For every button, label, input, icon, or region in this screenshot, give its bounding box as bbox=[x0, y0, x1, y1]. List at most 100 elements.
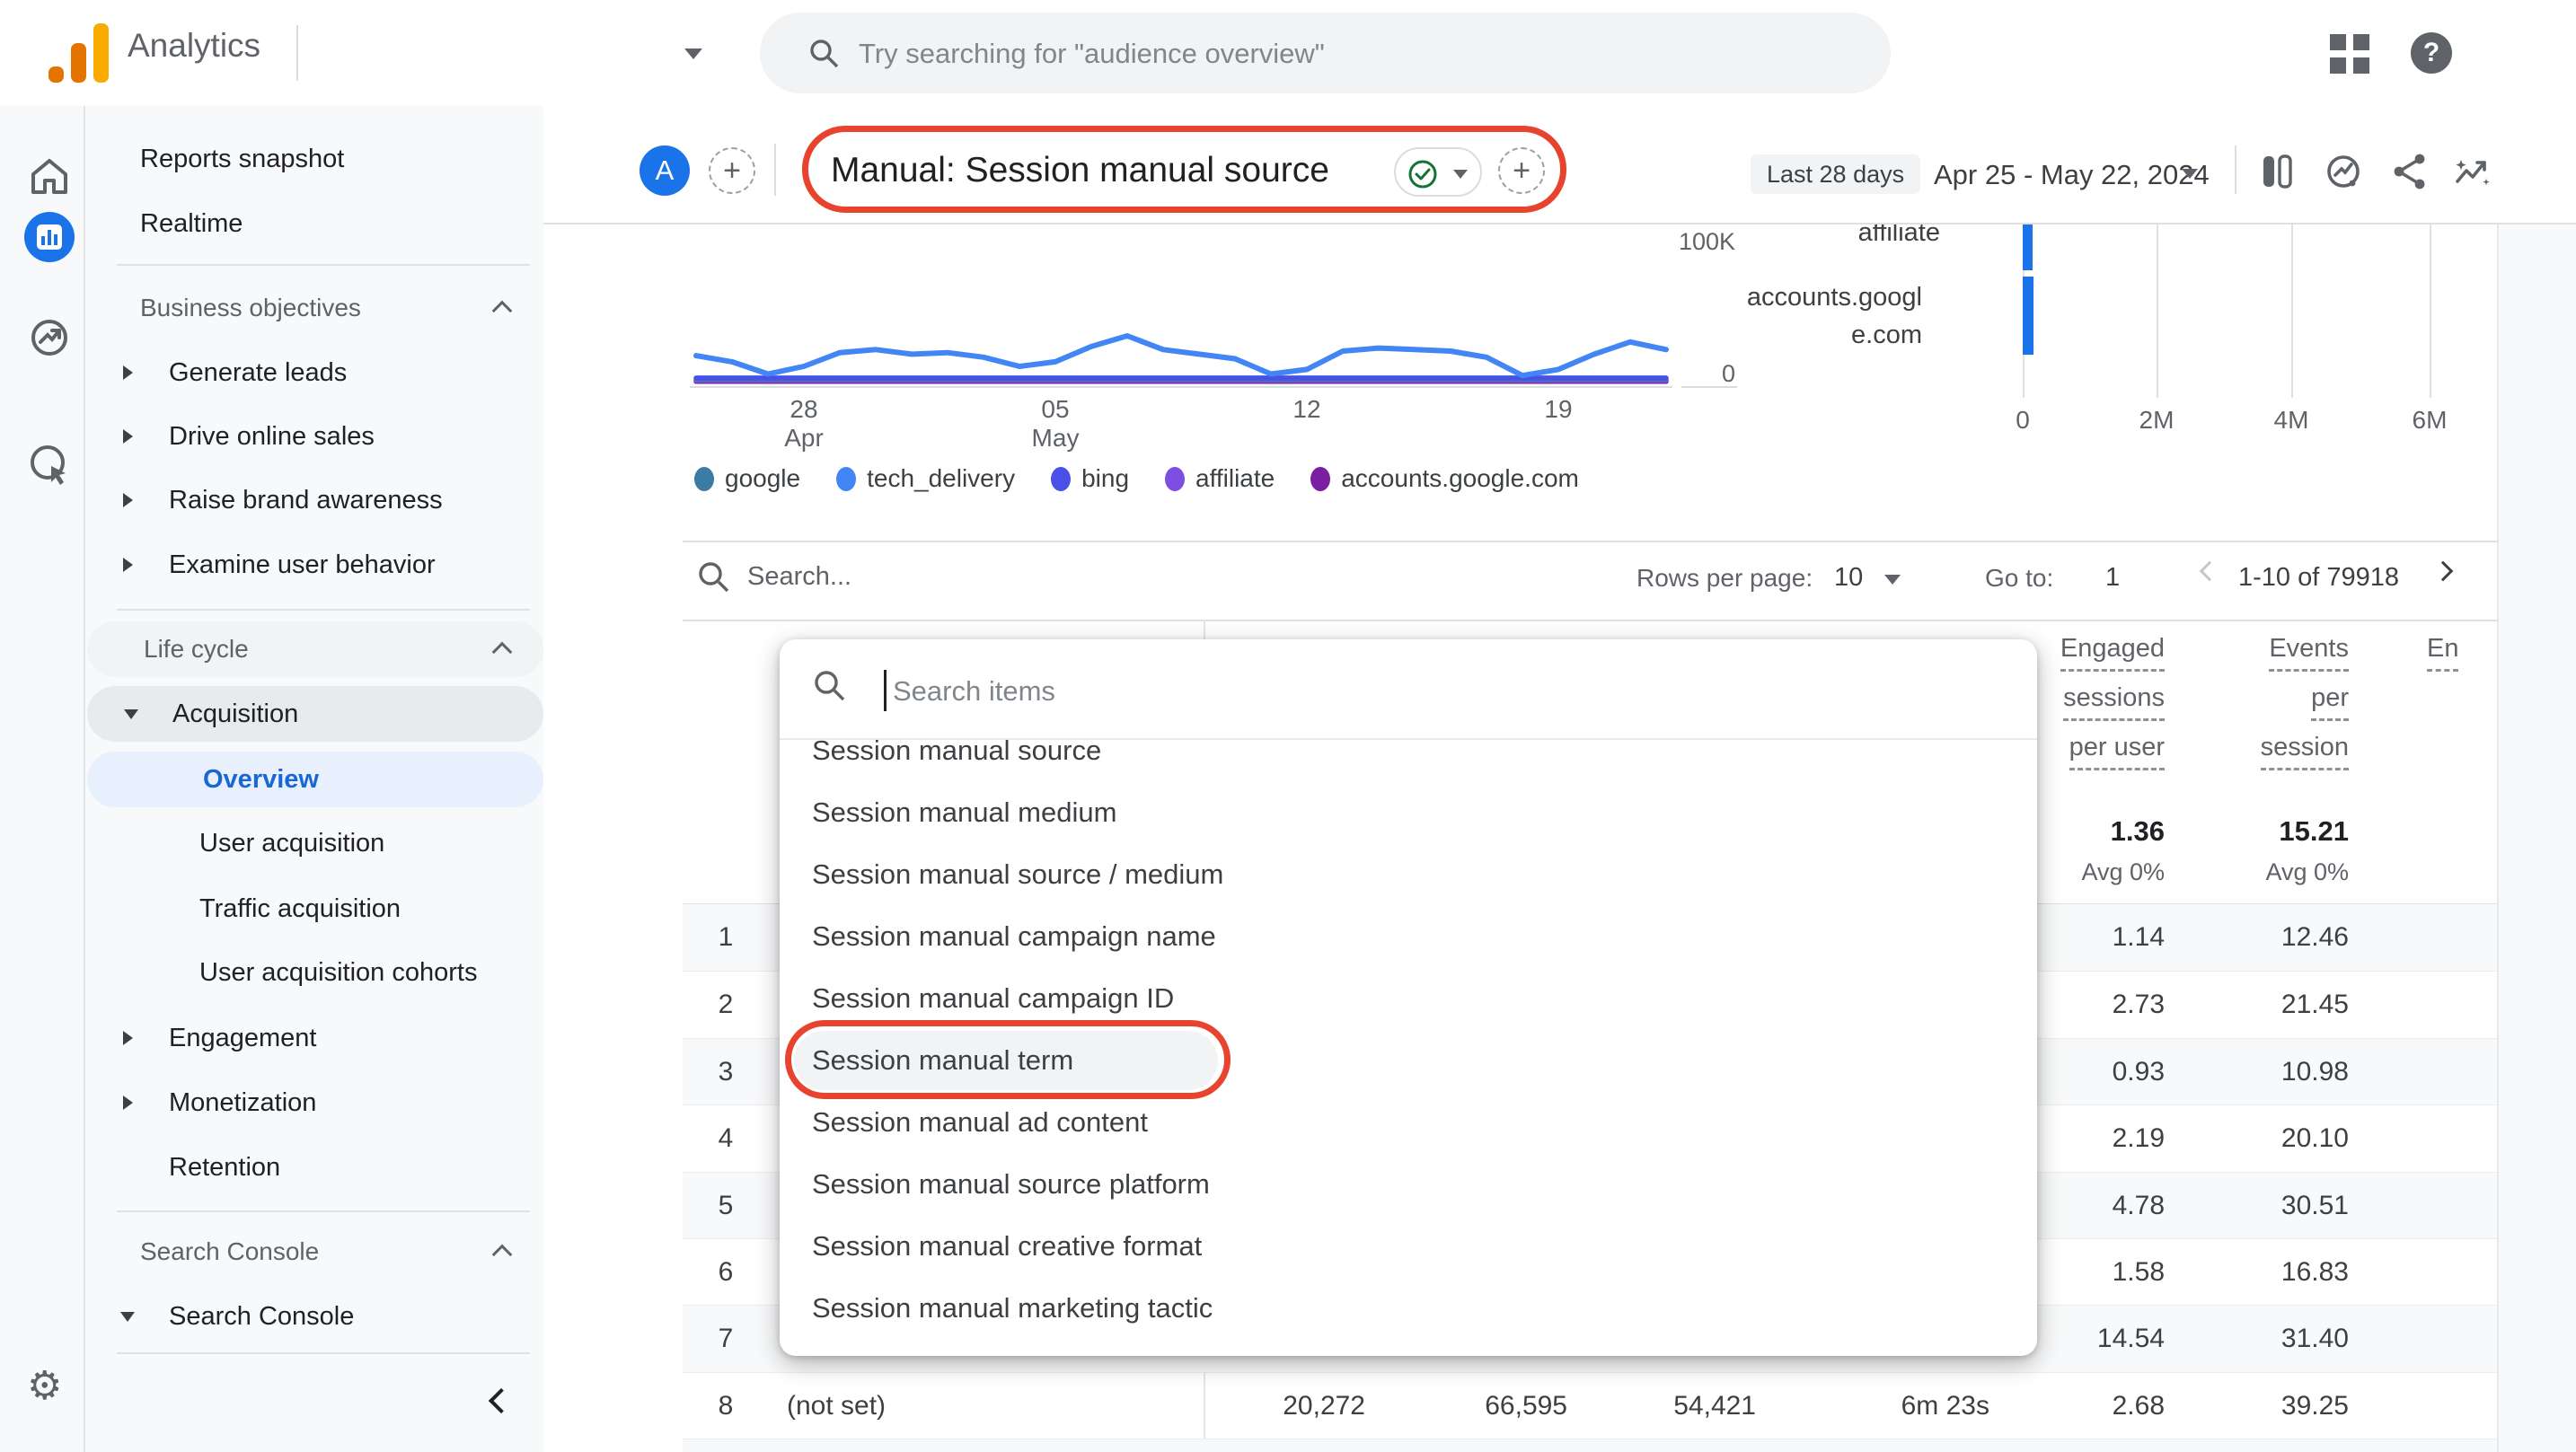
bar-accounts-google-com[interactable] bbox=[2023, 277, 2033, 355]
global-search-input[interactable]: Try searching for "audience overview" bbox=[760, 13, 1891, 93]
gridline bbox=[2157, 224, 2158, 398]
column-header-events-per-session[interactable]: Events per session bbox=[2214, 634, 2349, 770]
nav-divider bbox=[117, 1210, 530, 1212]
settings-gear-icon[interactable]: ⚙ bbox=[27, 1363, 62, 1409]
x-tick: 28Apr bbox=[763, 395, 844, 453]
legend-item[interactable]: google bbox=[694, 464, 800, 493]
pagination-range: 1-10 of 79918 bbox=[2238, 563, 2399, 593]
gridline bbox=[2291, 224, 2293, 398]
bar-category-label: accounts.google.com bbox=[1738, 278, 1922, 354]
comparison-icon[interactable] bbox=[2256, 151, 2298, 192]
caret-down-icon[interactable] bbox=[2182, 169, 2198, 179]
menu-item-session-manual-source-platform[interactable]: Session manual source platform bbox=[812, 1163, 1210, 1206]
add-comparison-button[interactable]: + bbox=[709, 147, 755, 194]
legend-item[interactable]: bing bbox=[1051, 464, 1129, 493]
menu-item-session-manual-campaign-name[interactable]: Session manual campaign name bbox=[812, 915, 1216, 958]
sparkline-insights-icon[interactable] bbox=[2452, 151, 2493, 192]
nav-item-traffic-acquisition[interactable]: Traffic acquisition bbox=[84, 881, 543, 937]
legend-dot bbox=[694, 467, 714, 491]
nav-item-overview[interactable]: Overview bbox=[87, 752, 543, 807]
bar-affiliate[interactable] bbox=[2023, 224, 2033, 270]
nav-item-raise-brand-awareness[interactable]: Raise brand awareness bbox=[84, 472, 543, 528]
nav-section-business-objectives[interactable]: Business objectives bbox=[84, 280, 543, 336]
nav-item-examine-user-behavior[interactable]: Examine user behavior bbox=[84, 537, 543, 593]
advertising-icon[interactable] bbox=[24, 439, 75, 489]
nav-item-drive-online-sales[interactable]: Drive online sales bbox=[84, 409, 543, 464]
date-preset-badge: Last 28 days bbox=[1751, 154, 1920, 194]
rows-per-page-select[interactable]: 10 bbox=[1834, 563, 1863, 593]
search-icon bbox=[812, 668, 848, 704]
nav-item-realtime[interactable]: Realtime bbox=[84, 196, 543, 251]
legend-dot bbox=[1051, 467, 1071, 491]
legend-dot bbox=[1165, 467, 1185, 491]
report-nav: Reports snapshot Realtime Business objec… bbox=[84, 106, 543, 1452]
app-bar: Analytics Try searching for "audience ov… bbox=[0, 0, 2576, 106]
bar-axis-tick: 6M bbox=[2394, 406, 2466, 435]
dimension-value: (not set) bbox=[787, 1391, 886, 1421]
legend-item[interactable]: tech_delivery bbox=[836, 464, 1015, 493]
menu-item-session-manual-creative-format[interactable]: Session manual creative format bbox=[812, 1225, 1202, 1268]
avatar[interactable]: A bbox=[640, 145, 690, 196]
bar-axis-tick: 2M bbox=[2121, 406, 2192, 435]
y-axis-label-top: 100K bbox=[1645, 228, 1735, 256]
nav-item-search-console[interactable]: Search Console bbox=[84, 1289, 543, 1344]
help-icon[interactable]: ? bbox=[2411, 32, 2452, 74]
nav-section-search-console[interactable]: Search Console bbox=[84, 1224, 543, 1280]
collapse-nav-icon[interactable] bbox=[489, 1388, 514, 1413]
chevron-up-icon bbox=[492, 642, 513, 663]
nav-item-acquisition[interactable]: Acquisition bbox=[87, 686, 543, 742]
nav-section-life-cycle[interactable]: Life cycle bbox=[87, 621, 543, 677]
x-tick: 05May bbox=[1015, 395, 1096, 453]
table-search-icon[interactable] bbox=[696, 559, 732, 595]
y-axis-label-zero: 0 bbox=[1645, 360, 1735, 388]
prev-page-icon[interactable] bbox=[2200, 561, 2220, 582]
nav-item-generate-leads[interactable]: Generate leads bbox=[84, 345, 543, 400]
menu-item-session-manual-campaign-id[interactable]: Session manual campaign ID bbox=[812, 977, 1174, 1020]
total-events-per-session: 15.21 bbox=[2169, 815, 2349, 848]
menu-item-session-manual-source[interactable]: Session manual source bbox=[812, 729, 1101, 772]
menu-item-session-manual-medium[interactable]: Session manual medium bbox=[812, 791, 1116, 834]
home-icon[interactable] bbox=[24, 151, 75, 201]
insights-icon[interactable] bbox=[2323, 151, 2364, 192]
share-icon[interactable] bbox=[2389, 151, 2430, 192]
annotation-term-highlight bbox=[785, 1020, 1231, 1099]
triangle-right-icon bbox=[123, 558, 133, 572]
nav-item-reports-snapshot[interactable]: Reports snapshot bbox=[84, 131, 543, 187]
divider bbox=[296, 25, 298, 81]
dropdown-search-input[interactable]: Search items bbox=[893, 675, 1055, 708]
legend-item[interactable]: accounts.google.com bbox=[1310, 464, 1579, 493]
left-panel: ⚙ Reports snapshot Realtime Business obj… bbox=[0, 106, 543, 1452]
nav-item-retention[interactable]: Retention bbox=[84, 1140, 543, 1195]
table-search-input[interactable]: Search... bbox=[747, 562, 851, 592]
column-header-clipped[interactable]: En bbox=[2427, 634, 2466, 672]
nav-item-user-acquisition[interactable]: User acquisition bbox=[84, 815, 543, 871]
menu-item-session-manual-ad-content[interactable]: Session manual ad content bbox=[812, 1101, 1148, 1144]
apps-grid-icon[interactable] bbox=[2330, 34, 2369, 74]
legend-dot bbox=[836, 467, 856, 491]
nav-item-user-acquisition-cohorts[interactable]: User acquisition cohorts bbox=[84, 945, 543, 1000]
explore-icon[interactable] bbox=[24, 312, 75, 363]
bar-axis-tick: 0 bbox=[1987, 406, 2059, 435]
next-page-icon[interactable] bbox=[2433, 561, 2454, 582]
nav-item-monetization[interactable]: Monetization bbox=[84, 1075, 543, 1131]
x-tick: 19 bbox=[1518, 395, 1599, 424]
nav-item-engagement[interactable]: Engagement bbox=[84, 1010, 543, 1066]
chevron-up-icon bbox=[492, 301, 513, 321]
date-range-selector[interactable]: Apr 25 - May 22, 2024 bbox=[1934, 156, 2210, 194]
section-divider bbox=[683, 541, 2497, 542]
goto-input[interactable]: 1 bbox=[2105, 563, 2120, 593]
caret-down-icon[interactable] bbox=[1884, 575, 1901, 585]
traffic-line-chart[interactable] bbox=[683, 226, 1751, 392]
menu-item-session-manual-source-medium[interactable]: Session manual source / medium bbox=[812, 853, 1223, 896]
triangle-right-icon bbox=[123, 1031, 133, 1045]
property-selector-caret-icon[interactable] bbox=[684, 48, 702, 59]
legend-item[interactable]: affiliate bbox=[1165, 464, 1275, 493]
gridline bbox=[2430, 224, 2431, 398]
report-header: A + Manual: Session manual source + Last… bbox=[543, 106, 2576, 224]
text-cursor bbox=[884, 670, 887, 711]
menu-item-session-manual-marketing-tactic[interactable]: Session manual marketing tactic bbox=[812, 1287, 1213, 1330]
goto-label: Go to: bbox=[1985, 564, 2053, 593]
table-row[interactable]: 8 (not set) 20,272 66,595 54,421 6m 23s … bbox=[683, 1372, 2497, 1439]
reports-icon[interactable] bbox=[24, 212, 75, 262]
page-margin bbox=[2497, 224, 2576, 1452]
